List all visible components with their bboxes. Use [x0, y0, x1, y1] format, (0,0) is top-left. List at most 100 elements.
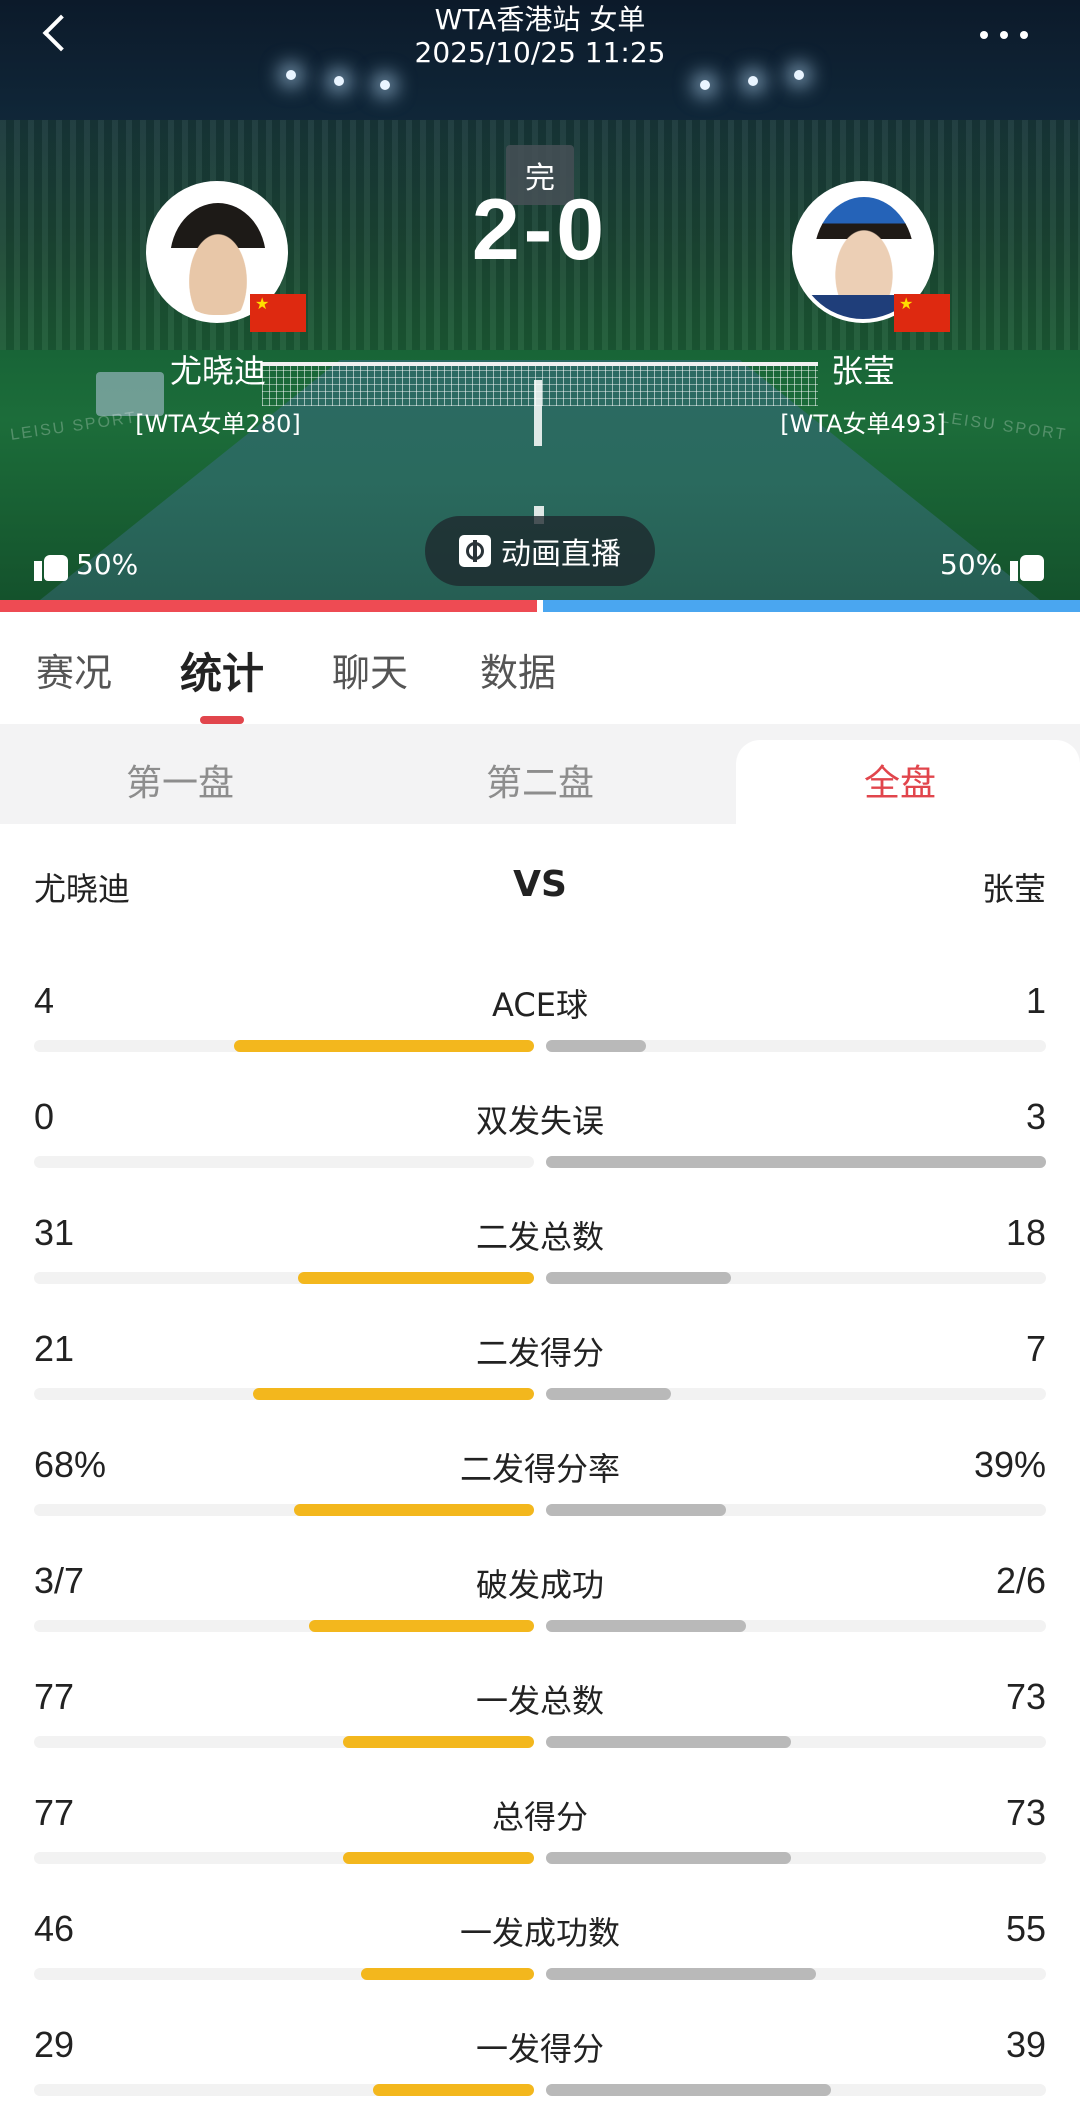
stat-row: 68% 二发得分率 39%: [0, 1444, 1080, 1534]
stat-left-track: [34, 2084, 534, 2096]
stat-label: 一发得分: [475, 2030, 604, 2068]
stat-row: 21 二发得分 7: [0, 1328, 1080, 1418]
tab-chat[interactable]: 聊天: [332, 642, 408, 697]
stat-right-bar: [546, 1620, 746, 1632]
set-tab-first[interactable]: 第一盘: [126, 754, 234, 806]
thumbs-up-icon: [1010, 549, 1045, 581]
stat-row: 77 一发总数 73: [0, 1676, 1080, 1766]
stadium-light: [380, 80, 390, 90]
stat-right-bar: [546, 1156, 1046, 1168]
main-tabs: 赛况 统计 聊天 数据: [0, 612, 1080, 724]
stat-right-bar: [546, 1968, 816, 1980]
stat-right-track: [546, 1504, 1046, 1516]
thumbs-up-icon: [34, 549, 68, 581]
stat-right-track: [546, 1736, 1046, 1748]
stat-label: 总得分: [491, 1798, 588, 1836]
stadium-light: [748, 76, 758, 86]
support-right[interactable]: 50%: [940, 548, 1052, 581]
support-ratio-bar: [0, 600, 1080, 612]
player-left-rank: [WTA女单280]: [135, 410, 301, 438]
stat-left-track: [34, 1040, 534, 1052]
active-tab-indicator: [200, 716, 244, 724]
stat-row: 29 一发得分 39: [0, 2024, 1080, 2113]
stat-right-track: [546, 1852, 1046, 1864]
stat-left-track: [34, 1968, 534, 1980]
live-animation-icon: [459, 535, 491, 567]
tab-match-status[interactable]: 赛况: [36, 642, 112, 697]
player-right-rank: [WTA女单493]: [780, 410, 946, 438]
stat-right-bar: [546, 1040, 646, 1052]
stat-left-track: [34, 1272, 534, 1284]
stat-right-track: [546, 1388, 1046, 1400]
stat-right-value: 7: [1025, 1328, 1046, 1369]
stat-left-bar: [373, 2084, 534, 2096]
stat-right-track: [546, 1272, 1046, 1284]
stat-right-bar: [546, 2084, 831, 2096]
support-bar-right: [543, 600, 1080, 612]
stat-left-track: [34, 1736, 534, 1748]
tab-statistics[interactable]: 统计: [180, 640, 264, 701]
set-tab-full-match[interactable]: 全盘: [864, 754, 936, 806]
stat-label: 破发成功: [475, 1566, 604, 1604]
set-tab-second[interactable]: 第二盘: [486, 754, 594, 806]
stat-right-value: 73: [1005, 1676, 1046, 1717]
stat-right-bar: [546, 1272, 731, 1284]
stat-left-track: [34, 1620, 534, 1632]
match-hero: LEISU SPORT LEISU SPORT WTA香港站 女单 2025/1…: [0, 0, 1080, 600]
stat-right-bar: [546, 1504, 726, 1516]
stat-label: 双发失误: [475, 1102, 604, 1140]
stat-left-track: [34, 1156, 534, 1168]
stat-right-value: 73: [1005, 1792, 1046, 1833]
stat-row: 3/7 破发成功 2/6: [0, 1560, 1080, 1650]
stat-left-bar: [253, 1388, 534, 1400]
stat-right-value: 18: [1005, 1212, 1046, 1253]
animated-live-button[interactable]: 动画直播: [425, 516, 655, 586]
stat-left-bar: [298, 1272, 534, 1284]
stat-right-value: 39%: [973, 1444, 1046, 1485]
stat-row: 77 总得分 73: [0, 1792, 1080, 1882]
stat-right-track: [546, 2084, 1046, 2096]
stat-right-value: 39: [1005, 2024, 1046, 2065]
stat-label: ACE球: [492, 986, 588, 1024]
stat-right-value: 2/6: [995, 1560, 1046, 1601]
stat-left-bar: [294, 1504, 534, 1516]
stat-right-track: [546, 1620, 1046, 1632]
stadium-light: [334, 76, 344, 86]
support-right-percent: 50%: [940, 548, 1003, 581]
stat-label: 二发得分: [475, 1334, 604, 1372]
stats-vs: VS: [513, 864, 567, 905]
stats-header: 尤晓迪 VS 张莹: [0, 864, 1080, 914]
top-bar: WTA香港站 女单 2025/10/25 11:25: [0, 0, 1080, 74]
tab-data[interactable]: 数据: [480, 642, 556, 697]
more-options-icon[interactable]: [980, 30, 1028, 40]
live-button-label: 动画直播: [501, 537, 621, 572]
match-title: WTA香港站 女单: [434, 3, 646, 36]
stat-left-bar: [361, 1968, 534, 1980]
stat-right-track: [546, 1968, 1046, 1980]
stat-row: 46 一发成功数 55: [0, 1908, 1080, 1998]
support-left-percent: 50%: [76, 548, 139, 581]
stat-label: 二发得分率: [459, 1450, 620, 1488]
stadium-light: [700, 80, 710, 90]
stat-left-track: [34, 1504, 534, 1516]
stat-left-track: [34, 1388, 534, 1400]
stat-label: 一发成功数: [459, 1914, 620, 1952]
support-bar-left: [0, 600, 537, 612]
stat-left-bar: [234, 1040, 534, 1052]
support-left[interactable]: 50%: [26, 548, 138, 581]
stat-row: 0 双发失误 3: [0, 1096, 1080, 1186]
match-datetime: 2025/10/25 11:25: [414, 36, 666, 69]
china-flag-icon: [894, 294, 950, 332]
stat-right-value: 3: [1025, 1096, 1046, 1137]
stat-right-bar: [546, 1736, 791, 1748]
stat-label: 一发总数: [475, 1682, 604, 1720]
stat-right-track: [546, 1156, 1046, 1168]
stat-row: 4 ACE球 1: [0, 980, 1080, 1070]
stat-row: 31 二发总数 18: [0, 1212, 1080, 1302]
stat-left-bar: [309, 1620, 534, 1632]
player-left-name[interactable]: 尤晓迪: [88, 346, 348, 392]
stat-right-track: [546, 1040, 1046, 1052]
china-flag-icon: [250, 294, 306, 332]
player-right-name[interactable]: 张莹: [733, 346, 993, 392]
stat-left-bar: [343, 1736, 534, 1748]
